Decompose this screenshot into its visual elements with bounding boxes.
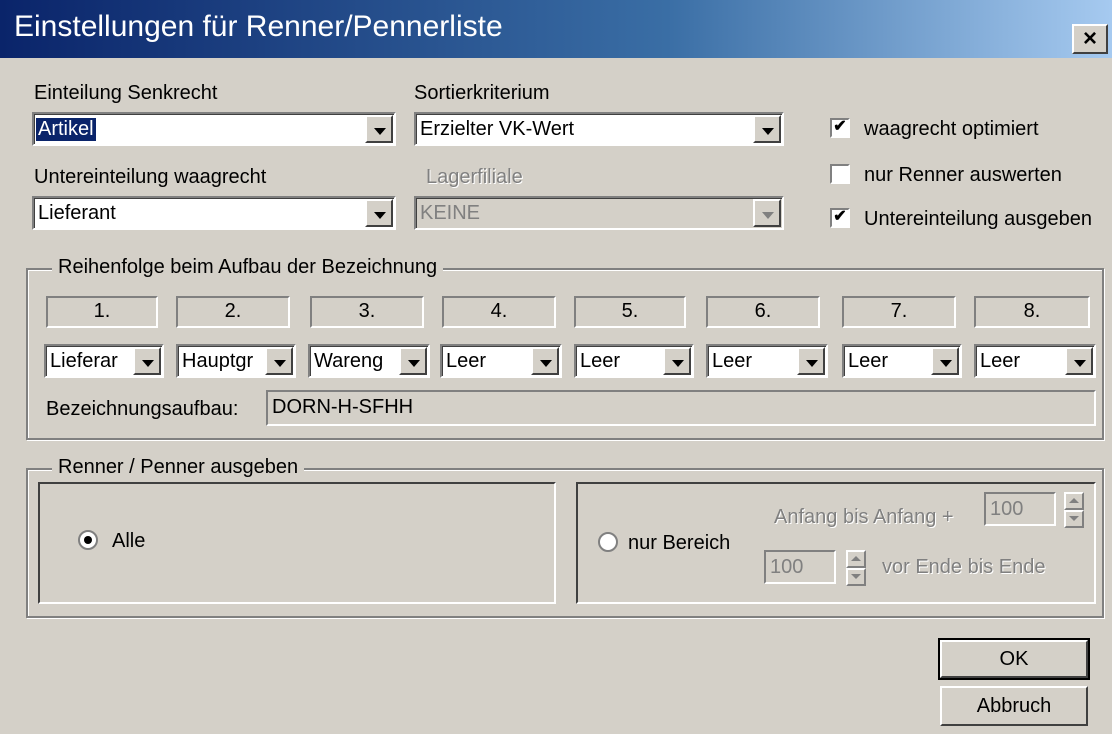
bereich-label: nur Bereich bbox=[628, 532, 731, 554]
order-select-5-value: Leer bbox=[580, 350, 621, 372]
order-select-1-value: Lieferar bbox=[50, 350, 118, 372]
ende-input: 100 bbox=[764, 550, 836, 584]
ende-up-arrow-icon bbox=[846, 550, 866, 568]
order-number-5: 5. bbox=[574, 296, 686, 328]
order-number-6: 6. bbox=[706, 296, 820, 328]
order-select-4-value: Leer bbox=[446, 350, 487, 372]
window-title: Einstellungen für Renner/Pennerliste bbox=[14, 10, 503, 43]
anfang-input: 100 bbox=[984, 492, 1056, 526]
order-select-8[interactable]: Leer bbox=[974, 344, 1096, 378]
order-select-5[interactable]: Leer bbox=[574, 344, 694, 378]
senkrecht-label: Einteilung Senkrecht bbox=[34, 82, 218, 104]
order-select-1[interactable]: Lieferar bbox=[44, 344, 164, 378]
cancel-button[interactable]: Abbruch bbox=[940, 686, 1088, 726]
chevron-down-icon[interactable] bbox=[531, 347, 559, 375]
order-select-2[interactable]: Hauptgr bbox=[176, 344, 296, 378]
untereinteilung-checkbox[interactable]: ✔ bbox=[830, 208, 850, 228]
order-select-3-value: Wareng bbox=[314, 350, 384, 372]
title-bar[interactable]: Einstellungen für Renner/Pennerliste × bbox=[0, 0, 1112, 58]
chevron-down-icon[interactable] bbox=[663, 347, 691, 375]
alle-radio[interactable] bbox=[78, 530, 98, 550]
aufbau-label: Bezeichnungsaufbau: bbox=[46, 398, 239, 420]
chevron-down-icon[interactable] bbox=[1065, 347, 1093, 375]
chevron-down-icon[interactable] bbox=[399, 347, 427, 375]
dialog-window: Einstellungen für Renner/Pennerliste × E… bbox=[0, 0, 1112, 734]
alle-label: Alle bbox=[112, 530, 146, 552]
ok-button[interactable]: OK bbox=[938, 638, 1090, 680]
nur-renner-label: nur Renner auswerten bbox=[864, 164, 1062, 186]
order-number-7: 7. bbox=[842, 296, 956, 328]
chevron-down-icon[interactable] bbox=[365, 199, 393, 227]
bereich-radio[interactable] bbox=[598, 532, 618, 552]
order-select-8-value: Leer bbox=[980, 350, 1021, 372]
sortier-value: Erzielter VK-Wert bbox=[420, 118, 575, 140]
ausgeben-legend: Renner / Penner ausgeben bbox=[52, 456, 305, 479]
anfang-down-arrow-icon bbox=[1064, 510, 1084, 528]
order-number-3: 3. bbox=[310, 296, 424, 328]
anfang-up-arrow-icon bbox=[1064, 492, 1084, 510]
chevron-down-icon[interactable] bbox=[265, 347, 293, 375]
order-select-4[interactable]: Leer bbox=[440, 344, 562, 378]
close-button[interactable]: × bbox=[1072, 24, 1108, 54]
ende-down-arrow-icon bbox=[846, 568, 866, 586]
order-number-2: 2. bbox=[176, 296, 290, 328]
chevron-down-icon[interactable] bbox=[797, 347, 825, 375]
lager-label: Lagerfiliale bbox=[426, 166, 523, 188]
waagrecht-select[interactable]: Lieferant bbox=[32, 196, 396, 230]
order-number-4: 4. bbox=[442, 296, 556, 328]
reihenfolge-legend: Reihenfolge beim Aufbau der Bezeichnung bbox=[52, 256, 444, 279]
order-number-1: 1. bbox=[46, 296, 158, 328]
anfang-label: Anfang bis Anfang + bbox=[774, 506, 954, 528]
chevron-down-icon[interactable] bbox=[365, 115, 393, 143]
order-select-7-value: Leer bbox=[848, 350, 889, 372]
lager-select: KEINE bbox=[414, 196, 784, 230]
order-select-3[interactable]: Wareng bbox=[308, 344, 430, 378]
chevron-down-icon[interactable] bbox=[133, 347, 161, 375]
order-select-7[interactable]: Leer bbox=[842, 344, 962, 378]
chevron-down-icon[interactable] bbox=[753, 115, 781, 143]
sortier-label: Sortierkriterium bbox=[414, 82, 550, 104]
order-select-6-value: Leer bbox=[712, 350, 753, 372]
senkrecht-select[interactable]: Artikel bbox=[32, 112, 396, 146]
waagrecht-label: Untereinteilung waagrecht bbox=[34, 166, 267, 188]
waagrecht-value: Lieferant bbox=[38, 202, 116, 224]
untereinteilung-label: Untereinteilung ausgeben bbox=[864, 208, 1092, 230]
senkrecht-value: Artikel bbox=[36, 118, 96, 141]
aufbau-field: DORN-H-SFHH bbox=[266, 390, 1096, 426]
order-select-6[interactable]: Leer bbox=[706, 344, 828, 378]
chevron-down-icon bbox=[753, 199, 781, 227]
order-select-2-value: Hauptgr bbox=[182, 350, 254, 372]
ende-label: vor Ende bis Ende bbox=[882, 556, 1046, 578]
lager-value: KEINE bbox=[420, 202, 481, 224]
chevron-down-icon[interactable] bbox=[931, 347, 959, 375]
waagrecht-optimiert-label: waagrecht optimiert bbox=[864, 118, 1039, 140]
waagrecht-optimiert-checkbox[interactable]: ✔ bbox=[830, 118, 850, 138]
sortier-select[interactable]: Erzielter VK-Wert bbox=[414, 112, 784, 146]
nur-renner-checkbox[interactable] bbox=[830, 164, 850, 184]
order-number-8: 8. bbox=[974, 296, 1090, 328]
